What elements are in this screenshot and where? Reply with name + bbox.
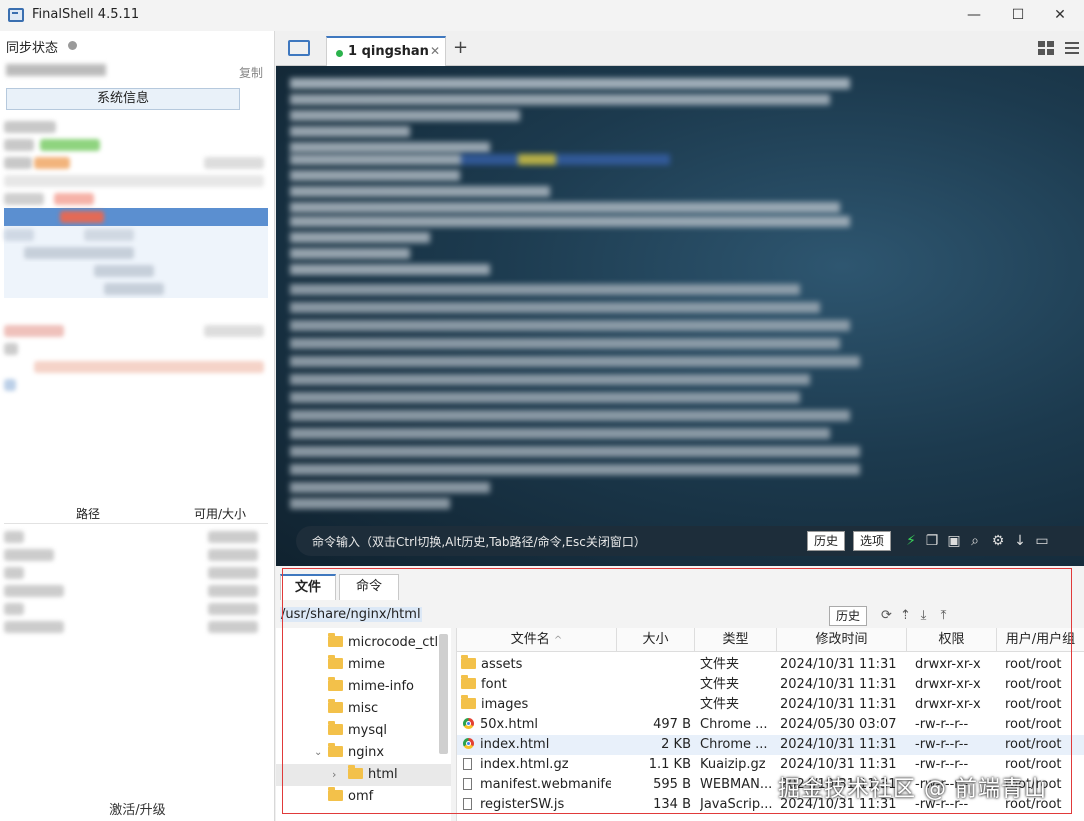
activate-upgrade-link[interactable]: 激活/升级: [0, 799, 275, 818]
tree-item-html[interactable]: › html: [276, 764, 451, 786]
command-options-button[interactable]: 选项: [853, 531, 892, 551]
column-type[interactable]: 类型: [695, 628, 777, 652]
open-folder-icon[interactable]: [288, 40, 310, 56]
tree-item[interactable]: mysql: [276, 720, 451, 742]
up-dir-icon[interactable]: ⇡: [898, 608, 913, 623]
title-bar: FinalShell 4.5.11 — ☐ ✕: [0, 0, 1084, 31]
app-title: FinalShell 4.5.11: [32, 7, 140, 22]
tree-item[interactable]: mime: [276, 654, 451, 676]
column-perm[interactable]: 权限: [907, 628, 997, 652]
tree-item[interactable]: mime-info: [276, 676, 451, 698]
folder-icon: [461, 655, 476, 669]
download-file-icon[interactable]: ⤓: [916, 608, 931, 623]
chevron-down-icon[interactable]: ⌄: [314, 742, 322, 764]
path-bar[interactable]: /usr/share/nginx/html: [280, 604, 840, 626]
window-icon[interactable]: ▭: [1034, 533, 1050, 549]
column-owner[interactable]: 用户/用户组: [997, 628, 1084, 652]
file-icon: [463, 778, 472, 790]
session-tab-qingshan[interactable]: 1 qingshan ✕: [326, 36, 446, 66]
watermark: 掘金技术社区 @ 前端青山: [778, 777, 1047, 802]
close-button[interactable]: ✕: [1040, 4, 1080, 26]
column-size[interactable]: 大小: [617, 628, 695, 652]
path-history-button[interactable]: 历史: [829, 606, 868, 626]
file-row[interactable]: assets 文件夹 2024/10/31 11:31 drwxr-xr-x r…: [457, 655, 1084, 675]
chrome-icon: [463, 738, 474, 749]
app-icon: [8, 8, 24, 22]
chevron-right-icon[interactable]: ›: [332, 764, 336, 786]
file-row[interactable]: images 文件夹 2024/10/31 11:31 drwxr-xr-x r…: [457, 695, 1084, 715]
sync-status-dot: [68, 41, 77, 50]
tree-item-nginx[interactable]: ⌄ nginx: [276, 742, 451, 764]
close-tab-icon[interactable]: ✕: [430, 44, 440, 58]
directory-tree: microcode_ctl mime mime-info misc mysql …: [276, 628, 451, 821]
layout-grid-icon[interactable]: [1038, 41, 1054, 55]
gear-icon[interactable]: ⚙: [990, 533, 1006, 549]
copy-button[interactable]: 复制: [239, 64, 263, 81]
tree-item[interactable]: omf: [276, 786, 451, 808]
column-name[interactable]: 文件名 ^: [457, 628, 617, 652]
maximize-button[interactable]: ☐: [998, 4, 1038, 26]
tab-commands[interactable]: 命令: [339, 574, 399, 600]
host-info-blurred: [6, 64, 106, 76]
file-row[interactable]: font 文件夹 2024/10/31 11:31 drwxr-xr-x roo…: [457, 675, 1084, 695]
copy-icon[interactable]: ❐: [924, 533, 940, 549]
refresh-icon[interactable]: ⟳: [879, 608, 894, 623]
disk-path-header: 路径: [76, 507, 101, 521]
column-mtime[interactable]: 修改时间: [777, 628, 907, 652]
search-icon[interactable]: ⌕: [967, 533, 983, 549]
menu-icon[interactable]: [1065, 42, 1079, 54]
download-icon[interactable]: ↓: [1012, 533, 1028, 549]
file-list-header: 文件名 ^ 大小 类型 修改时间 权限 用户/用户组: [457, 628, 1084, 652]
tree-item[interactable]: misc: [276, 698, 451, 720]
sync-status-label: 同步状态: [6, 41, 59, 56]
current-path[interactable]: /usr/share/nginx/html: [280, 607, 422, 622]
upload-file-icon[interactable]: ⤒: [936, 608, 951, 623]
sidebar: 同步状态 复制 系统信息 路径 可用/大小 激活/升级: [0, 31, 275, 821]
command-input-hint: 命令输入（双击Ctrl切换,Alt历史,Tab路径/命令,Esc关闭窗口）: [312, 535, 646, 549]
command-history-button[interactable]: 历史: [807, 531, 846, 551]
system-monitor-blurred: [4, 118, 268, 394]
paste-icon[interactable]: ▣: [946, 533, 962, 549]
file-icon: [463, 758, 472, 770]
tree-item[interactable]: microcode_ctl: [276, 632, 451, 654]
session-tab-label: 1 qingshan: [348, 44, 429, 59]
folder-icon: [461, 695, 476, 709]
add-tab-icon[interactable]: +: [453, 37, 468, 58]
connection-status-dot: [336, 50, 343, 57]
sysinfo-button[interactable]: 系统信息: [6, 88, 240, 110]
file-icon: [463, 798, 472, 810]
tree-scrollbar[interactable]: [439, 634, 448, 754]
minimize-button[interactable]: —: [954, 4, 994, 26]
chrome-icon: [463, 718, 474, 729]
tab-files[interactable]: 文件: [280, 574, 336, 600]
lightning-icon[interactable]: ⚡: [903, 533, 919, 549]
terminal-output[interactable]: [276, 66, 1084, 566]
file-row-selected[interactable]: index.html 2 KB Chrome ... 2024/10/31 11…: [457, 735, 1084, 755]
session-tab-bar: 1 qingshan ✕ +: [276, 31, 1084, 66]
file-row[interactable]: 50x.html 497 B Chrome ... 2024/05/30 03:…: [457, 715, 1084, 735]
folder-icon: [461, 675, 476, 689]
command-input-bar[interactable]: 命令输入（双击Ctrl切换,Alt历史,Tab路径/命令,Esc关闭窗口） 历史…: [296, 526, 1084, 556]
disk-list-blurred: [4, 528, 268, 636]
disk-table-header: 路径 可用/大小: [4, 502, 268, 524]
disk-size-header: 可用/大小: [194, 507, 247, 521]
